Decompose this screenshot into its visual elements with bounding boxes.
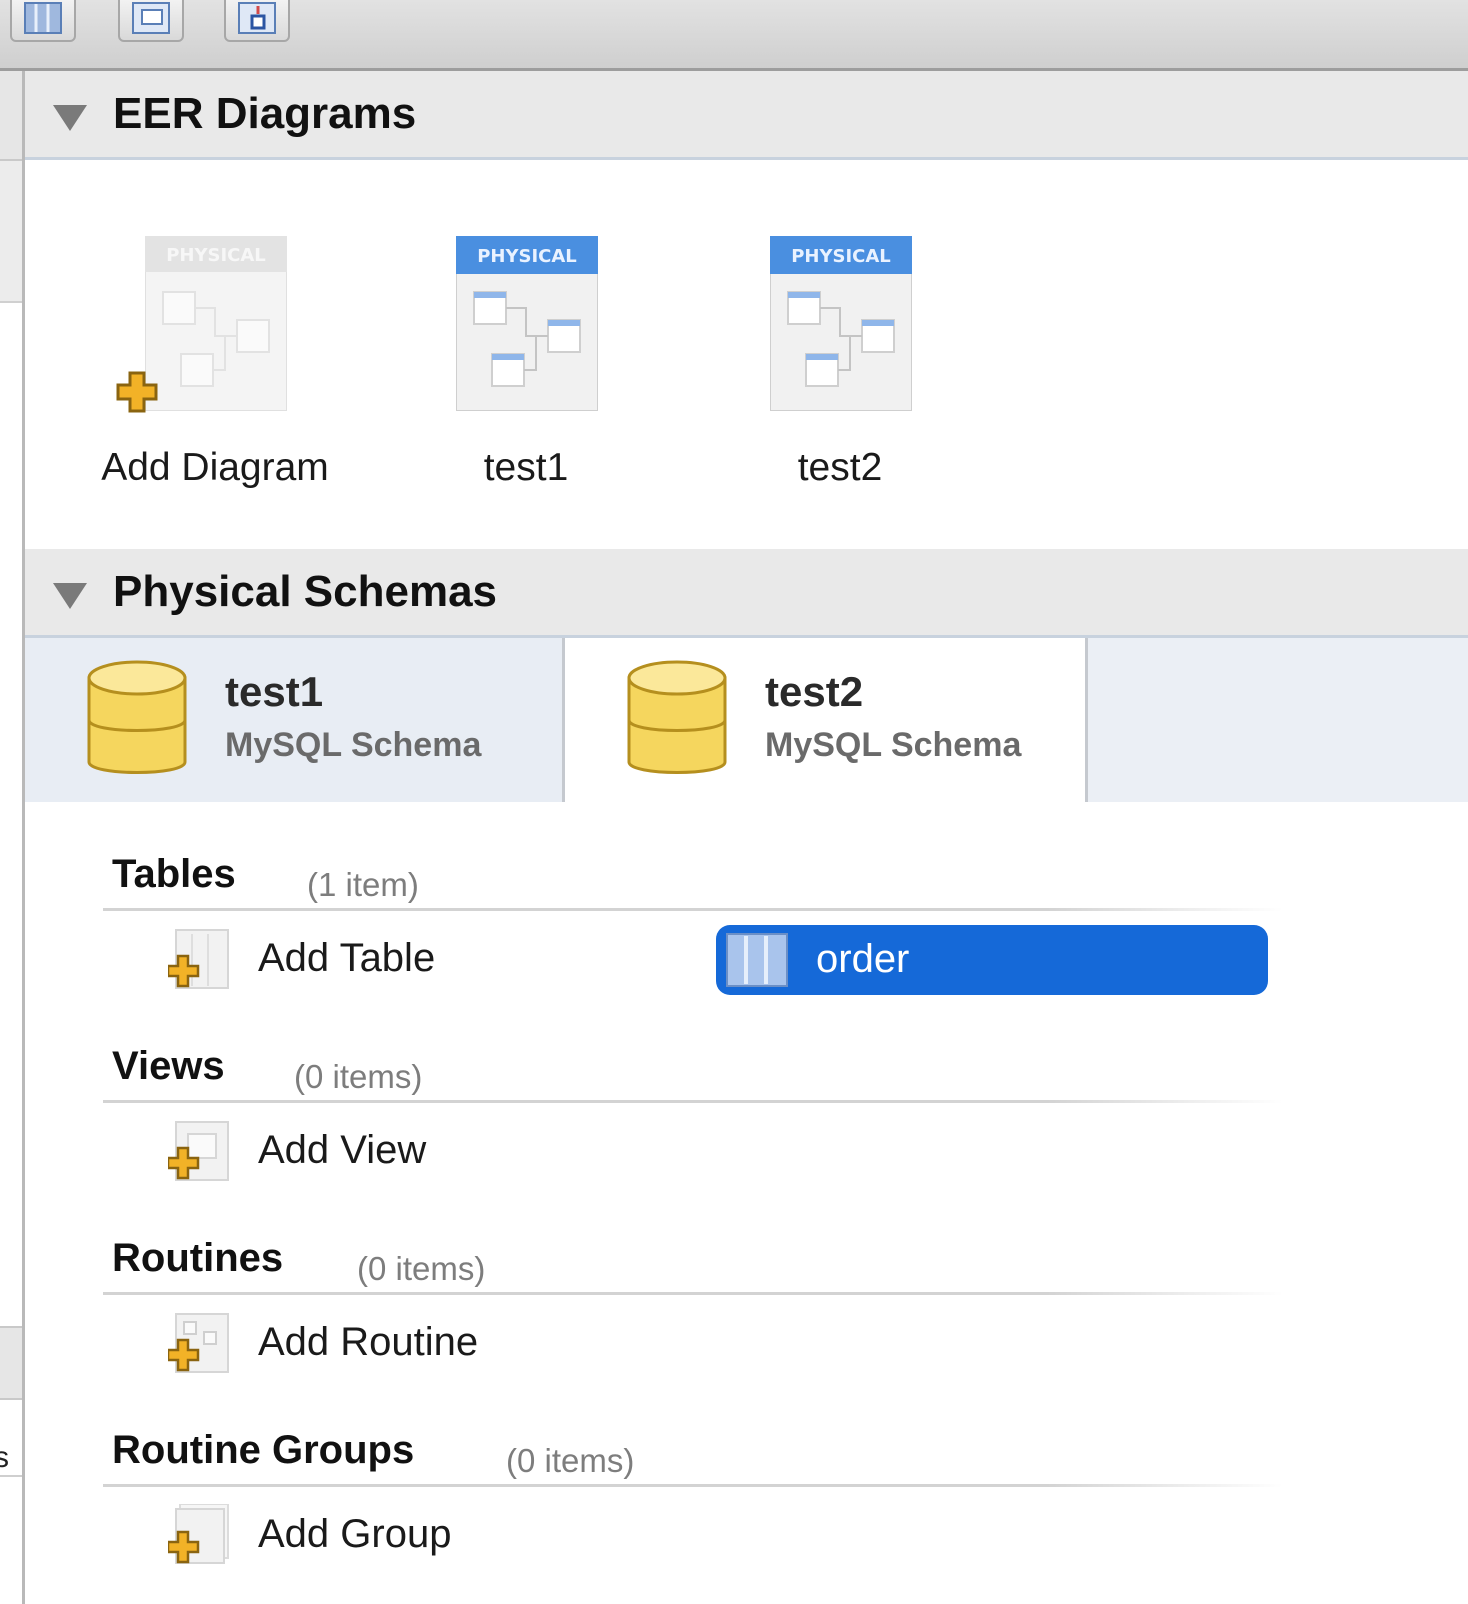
add-view-label: Add View [258,1128,427,1172]
view-tool-button[interactable] [118,0,184,42]
add-diagram-item[interactable]: PHYSICAL Add Diagram [75,228,329,508]
add-group-label: Add Group [258,1512,452,1556]
table-name: order [816,937,910,981]
section-title: Physical Schemas [113,567,498,616]
views-count: (0 items) [294,1058,423,1095]
schema-tab-test2[interactable]: test2 MySQL Schema [565,638,1088,802]
diagram-label: test1 [483,446,569,489]
diagram-label: Add Diagram [101,446,329,489]
left-panel-band [0,1326,22,1400]
tables-group-title: Tables [112,852,236,896]
diagram-icon: PHYSICAL [456,236,598,411]
schema-tab-test1[interactable]: test1 MySQL Schema [25,638,565,802]
tables-count: (1 item) [307,866,419,903]
diagram-badge: PHYSICAL [166,245,266,266]
add-table-icon [168,929,229,989]
routine-tool-button[interactable] [224,0,290,42]
table-icon [24,2,62,34]
add-routine-icon [168,1313,229,1373]
view-icon [132,2,170,34]
add-group-icon [168,1504,229,1564]
schema-tab-bar: test1 MySQL Schema test2 MySQL Schema [25,638,1468,802]
diagram-item-test2[interactable]: PHYSICAL test2 [700,228,940,508]
group-divider [103,908,1283,911]
table-tool-button[interactable] [10,0,76,42]
routine-groups-count: (0 items) [506,1442,635,1479]
disclosure-triangle-icon[interactable] [53,583,87,609]
left-panel-edge: s [0,71,25,1604]
schema-name: test2 [765,668,864,715]
table-item-order[interactable]: order [716,925,1268,995]
diagram-add-icon: PHYSICAL [145,236,287,411]
group-divider [103,1484,1283,1487]
routines-group-title: Routines [112,1236,284,1280]
group-divider [103,1100,1283,1103]
disclosure-triangle-icon[interactable] [53,105,87,131]
toolbar [0,0,1468,71]
eer-diagrams-header[interactable]: EER Diagrams [25,71,1468,160]
diagram-badge: PHYSICAL [791,246,891,267]
routines-count: (0 items) [357,1250,486,1287]
schema-type: MySQL Schema [765,726,1022,764]
clipped-text: s [0,1441,9,1474]
diagram-icon: PHYSICAL [770,236,912,411]
left-panel-band [0,161,22,303]
database-icon [627,660,727,774]
views-group-title: Views [112,1044,225,1088]
add-view-icon [168,1121,229,1181]
left-panel-band [0,71,22,161]
physical-schemas-header[interactable]: Physical Schemas [25,549,1468,638]
diagram-item-test1[interactable]: PHYSICAL test1 [386,228,626,508]
add-routine-label: Add Routine [258,1320,479,1364]
left-panel-divider [0,1475,22,1477]
table-icon [726,933,788,987]
routine-icon [238,2,276,34]
database-icon [87,660,187,774]
section-title: EER Diagrams [113,89,417,138]
schema-type: MySQL Schema [225,726,482,764]
plus-icon [116,371,158,413]
routine-groups-title: Routine Groups [112,1428,415,1472]
group-divider [103,1292,1283,1295]
schema-name: test1 [225,668,324,715]
diagram-label: test2 [797,446,883,489]
add-table-label: Add Table [258,936,436,980]
diagram-badge: PHYSICAL [477,246,577,267]
